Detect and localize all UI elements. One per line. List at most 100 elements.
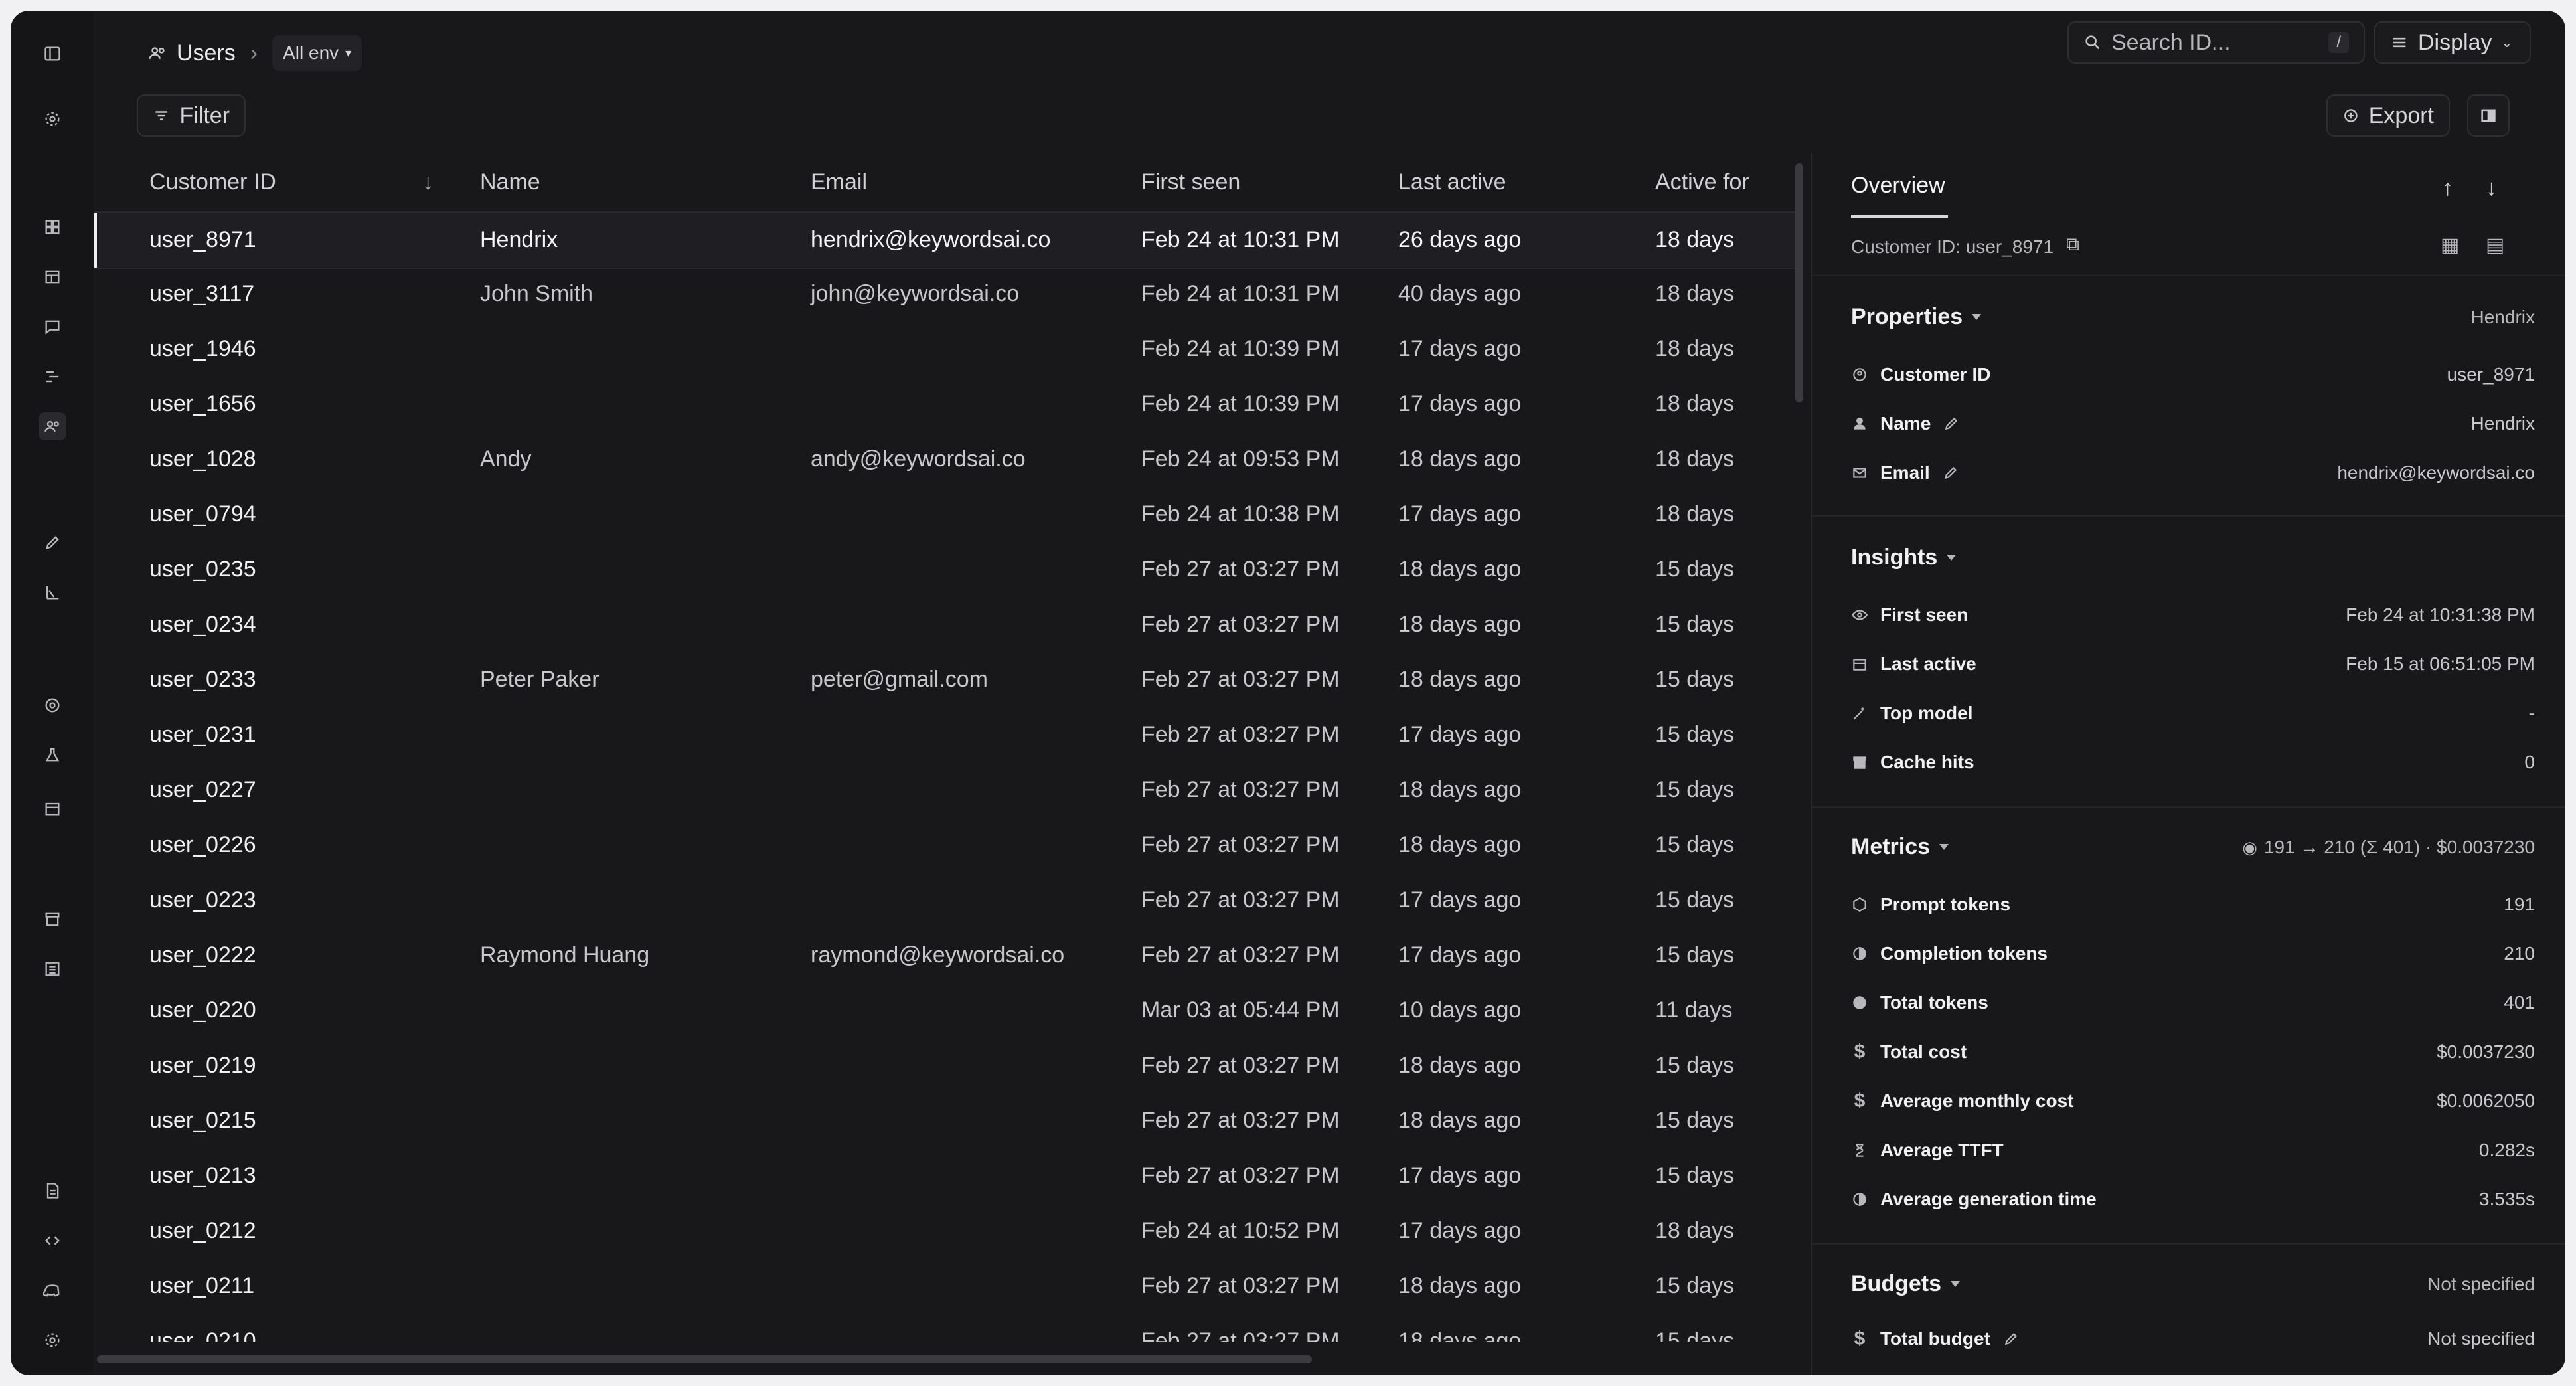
property-label: Name	[1880, 413, 1931, 434]
display-label: Display	[2418, 29, 2492, 55]
customer-id-cell: user_0223	[149, 887, 256, 912]
first-seen-cell: Feb 24 at 10:39 PM	[1141, 336, 1340, 361]
settings-icon[interactable]	[39, 105, 66, 133]
metrics-section-toggle[interactable]: Metrics	[1851, 834, 1949, 860]
metric-value: 3.535s	[2478, 1189, 2535, 1209]
metric-total-tokens: Total tokens 401	[1851, 983, 2535, 1023]
toggle-sidebar-icon[interactable]	[39, 40, 66, 68]
budgets-section-toggle[interactable]: Budgets	[1851, 1271, 1960, 1297]
docs-icon[interactable]	[39, 1177, 66, 1205]
insight-value: 0	[2524, 752, 2535, 772]
caret-down-icon	[1951, 1281, 1960, 1287]
first-seen-cell: Feb 27 at 03:27 PM	[1141, 777, 1340, 802]
hourglass-icon	[1856, 1144, 1864, 1157]
table-icon[interactable]	[39, 263, 66, 291]
insight-value: Feb 15 at 06:51:05 PM	[2346, 653, 2535, 674]
code-icon[interactable]	[39, 1227, 66, 1255]
metric-value: 191	[2504, 894, 2535, 914]
table-row[interactable]: user_3117 John Smith john@keywordsai.co Feb…	[94, 266, 1801, 321]
table-row[interactable]: user_0227 Feb 27 at 03:27 PM 18 days ago 15…	[94, 762, 1801, 818]
sliders-icon	[2393, 37, 2406, 48]
metrics-summary-text: 191 → 210 (Σ 401) · $0.0037230	[2263, 837, 2535, 857]
breadcrumb-users[interactable]: Users	[177, 41, 236, 66]
customer-id-cell: user_0212	[149, 1218, 256, 1243]
grid-view-icon[interactable]: ▦	[2441, 234, 2459, 257]
insight-label: First seen	[1880, 604, 1969, 625]
env-selector[interactable]: All env ▾	[272, 35, 362, 71]
first-seen-cell: Feb 24 at 10:39 PM	[1141, 391, 1340, 416]
table-row[interactable]: user_0234 Feb 27 at 03:27 PM 18 days ago 15…	[94, 597, 1801, 652]
insights-section-toggle[interactable]: Insights	[1851, 545, 1957, 570]
table-horizontal-scrollbar[interactable]	[97, 1355, 1312, 1363]
edit-icon[interactable]	[39, 529, 66, 557]
dashboard-icon[interactable]	[39, 213, 66, 241]
first-seen-cell: Feb 24 at 10:52 PM	[1141, 1218, 1340, 1243]
table-view-icon[interactable]: ▤	[2486, 234, 2504, 257]
experiments-icon[interactable]	[39, 741, 66, 769]
display-button[interactable]: Display ⌄	[2374, 21, 2531, 64]
evaluations-icon[interactable]	[39, 578, 66, 606]
arrow-down-icon[interactable]: ↓	[2486, 175, 2497, 201]
last-active-cell: 18 days ago	[1398, 832, 1522, 857]
toggle-panel-button[interactable]	[2467, 94, 2510, 137]
active-for-cell: 15 days	[1655, 1328, 1735, 1342]
table-row[interactable]: user_0220 Mar 03 at 05:44 PM 10 days ago 11…	[94, 983, 1801, 1038]
insight-label: Top model	[1880, 703, 1973, 723]
arrow-up-icon[interactable]: ↑	[2442, 175, 2453, 201]
column-last-active[interactable]: Last active	[1398, 153, 1506, 211]
discord-icon[interactable]	[39, 1276, 66, 1304]
table-row[interactable]: user_1028 Andy andy@keywordsai.co Feb 24 at…	[94, 432, 1801, 487]
sort-arrow-down-icon[interactable]: ↓	[422, 153, 434, 211]
calendar-icon[interactable]	[39, 794, 66, 822]
last-active-cell: 17 days ago	[1398, 722, 1522, 747]
table-row[interactable]: user_0219 Feb 27 at 03:27 PM 18 days ago 15…	[94, 1038, 1801, 1093]
table-row[interactable]: user_0794 Feb 24 at 10:38 PM 17 days ago 18…	[94, 487, 1801, 542]
table-row[interactable]: user_0210 Feb 27 at 03:27 PM 18 days ago 15…	[94, 1314, 1801, 1342]
table-row[interactable]: user_0226 Feb 27 at 03:27 PM 18 days ago 15…	[94, 818, 1801, 873]
column-active-for[interactable]: Active for	[1655, 153, 1749, 211]
metric-value: 0.282s	[2478, 1140, 2535, 1160]
table-vertical-scrollbar[interactable]	[1795, 163, 1803, 402]
table-row[interactable]: user_0222 Raymond Huang raymond@keywordsai…	[94, 928, 1801, 983]
copy-icon[interactable]: ⧉	[2066, 234, 2079, 256]
metric-prompt-tokens: Prompt tokens 191	[1851, 885, 2535, 924]
table-row[interactable]: user_1656 Feb 24 at 10:39 PM 17 days ago 18…	[94, 377, 1801, 432]
column-customer-id[interactable]: Customer ID	[149, 153, 276, 211]
users-icon[interactable]	[39, 412, 66, 440]
table-row[interactable]: user_0233 Peter Paker peter@gmail.com Feb 2…	[94, 652, 1801, 707]
target-icon[interactable]	[39, 691, 66, 719]
chat-icon[interactable]	[39, 313, 66, 341]
hexagon-icon	[1853, 897, 1866, 912]
table-row[interactable]: user_8971 Hendrix hendrix@keywordsai.co Feb…	[94, 211, 1801, 269]
selected-row-indicator	[94, 213, 97, 268]
list-icon[interactable]	[39, 955, 66, 983]
column-name[interactable]: Name	[480, 153, 540, 211]
properties-section-toggle[interactable]: Properties	[1851, 304, 1982, 330]
table-row[interactable]: user_0215 Feb 27 at 03:27 PM 18 days ago 15…	[94, 1093, 1801, 1148]
table-row[interactable]: user_0211 Feb 27 at 03:27 PM 18 days ago 15…	[94, 1258, 1801, 1314]
table-row[interactable]: user_0212 Feb 24 at 10:52 PM 17 days ago 18…	[94, 1203, 1801, 1258]
pencil-icon[interactable]	[2002, 1330, 2020, 1347]
search-input[interactable]: Search ID... /	[2067, 21, 2365, 64]
table-row[interactable]: user_1946 Feb 24 at 10:39 PM 17 days ago 18…	[94, 321, 1801, 377]
tab-overview[interactable]: Overview	[1851, 173, 1945, 199]
table-row[interactable]: user_0235 Feb 27 at 03:27 PM 18 days ago 15…	[94, 542, 1801, 597]
metric-label: Total cost	[1880, 1041, 1967, 1062]
calendar-icon	[1853, 659, 1866, 671]
active-for-cell: 15 days	[1655, 942, 1735, 968]
customer-id-label: Customer ID: user_8971	[1851, 236, 2054, 257]
account-settings-icon[interactable]	[39, 1326, 66, 1354]
table-row[interactable]: user_0213 Feb 27 at 03:27 PM 17 days ago 15…	[94, 1148, 1801, 1203]
column-email[interactable]: Email	[811, 153, 867, 211]
table-row[interactable]: user_0223 Feb 27 at 03:27 PM 17 days ago 15…	[94, 873, 1801, 928]
pencil-icon[interactable]	[1943, 415, 1960, 432]
traces-icon[interactable]	[39, 363, 66, 390]
export-button[interactable]: Export	[2326, 94, 2450, 137]
filter-button[interactable]: Filter	[137, 94, 246, 137]
last-active-cell: 18 days ago	[1398, 1053, 1522, 1078]
column-first-seen[interactable]: First seen	[1141, 153, 1240, 211]
archive-icon[interactable]	[39, 905, 66, 933]
table-row[interactable]: user_0231 Feb 27 at 03:27 PM 17 days ago 15…	[94, 707, 1801, 762]
pencil-icon[interactable]	[1942, 464, 1959, 481]
active-for-cell: 15 days	[1655, 777, 1735, 802]
